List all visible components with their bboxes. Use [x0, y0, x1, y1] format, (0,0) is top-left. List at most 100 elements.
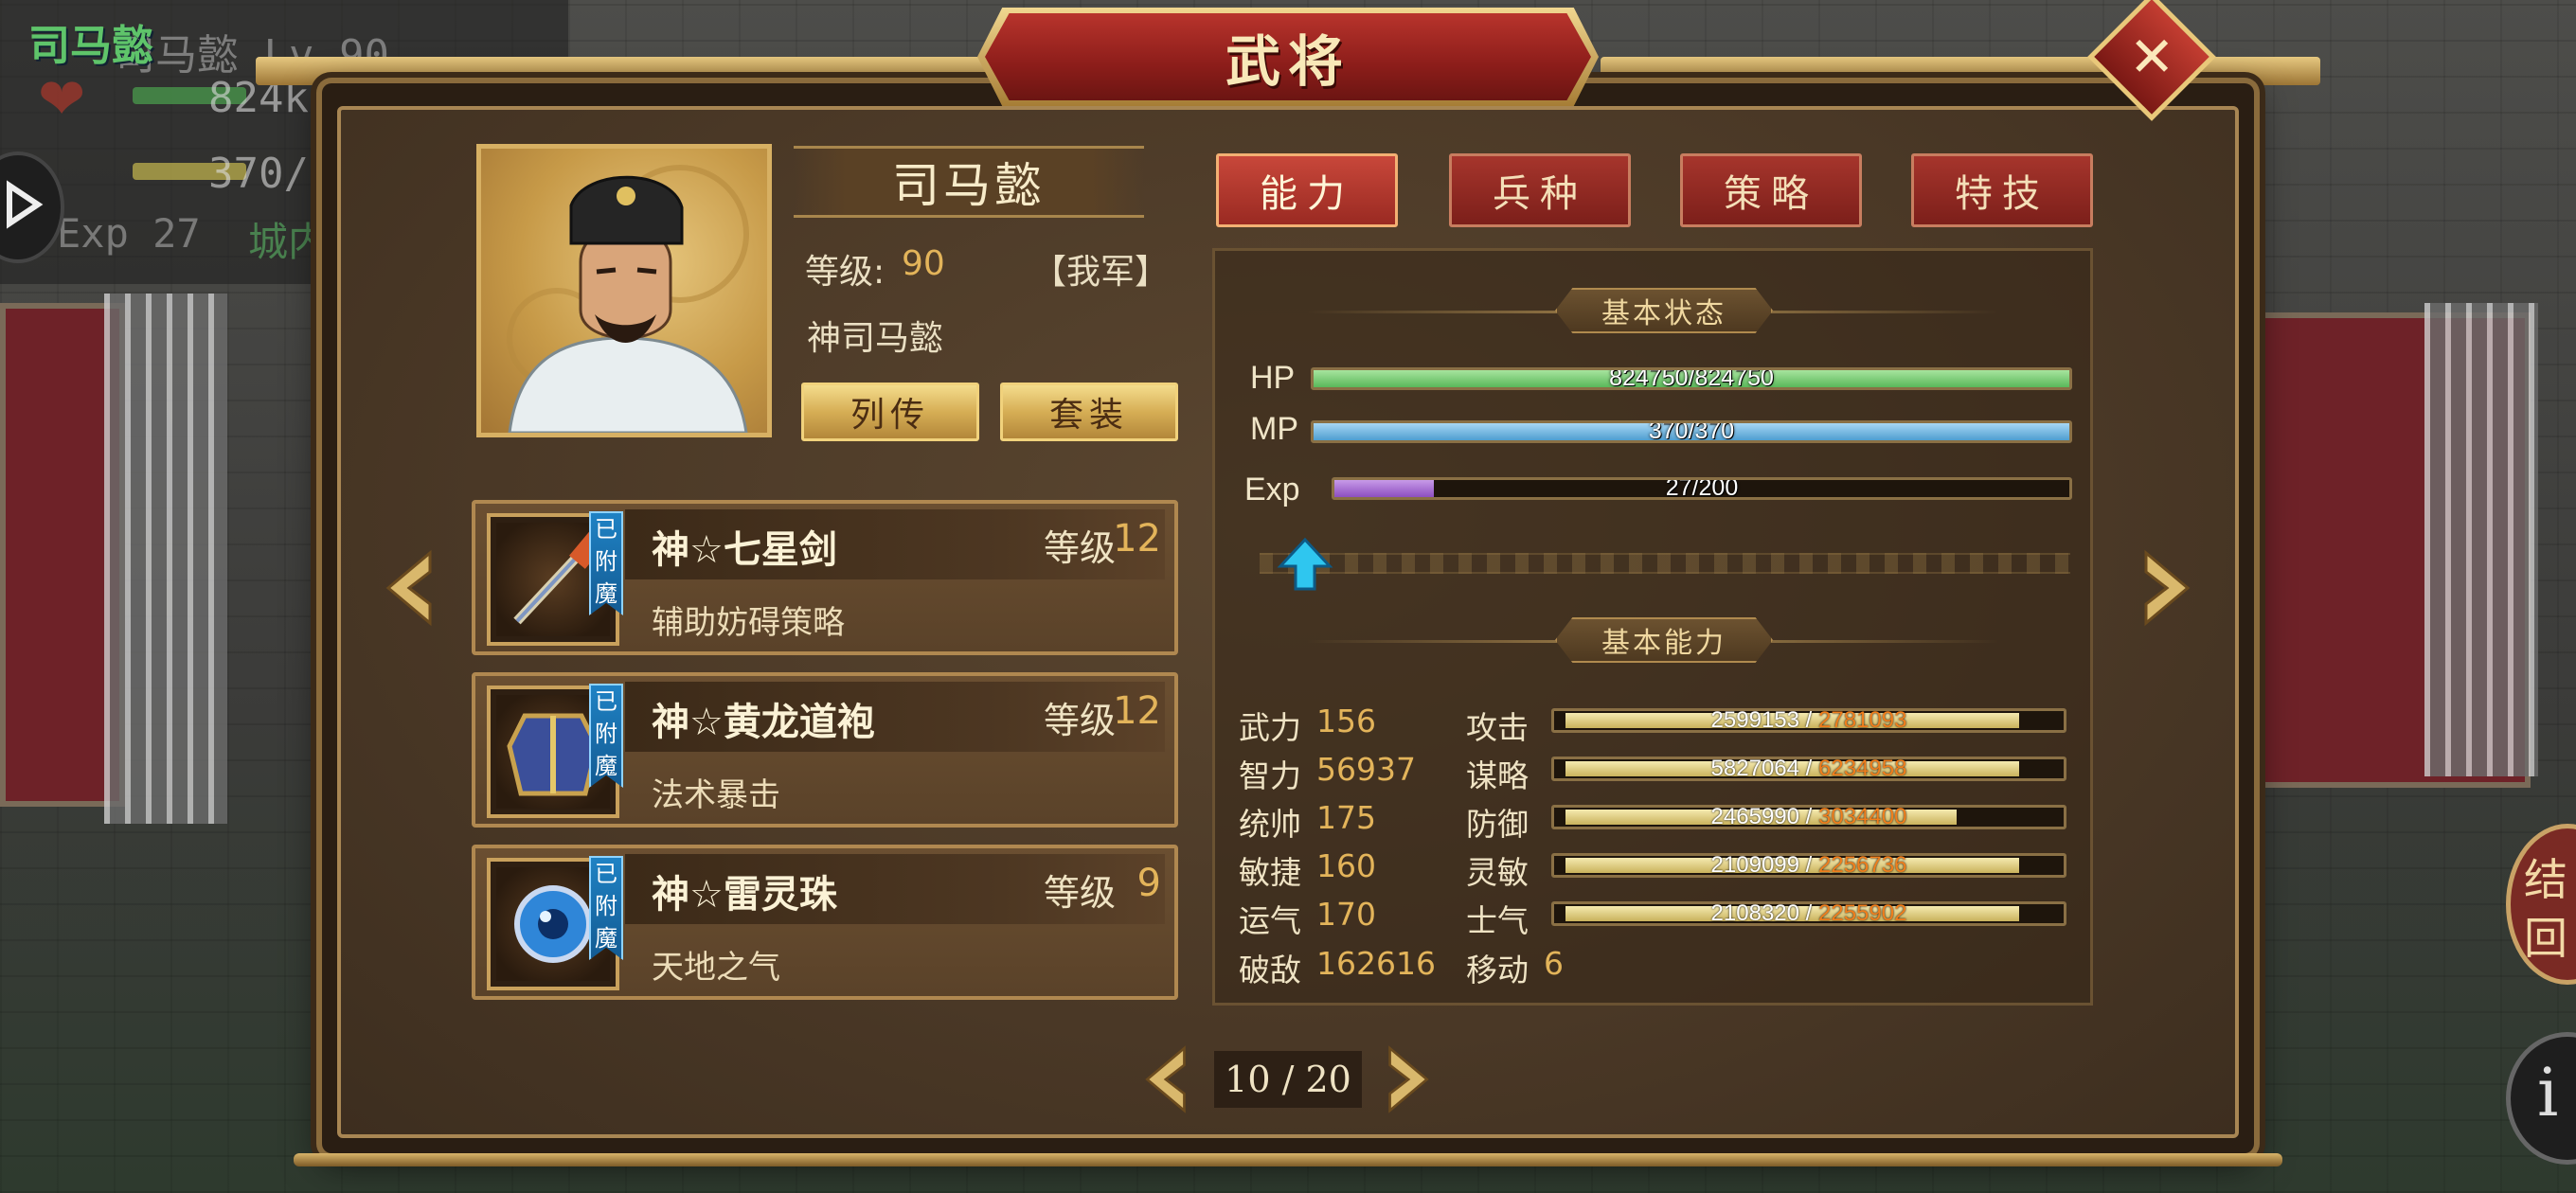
- next-general-arrow-icon[interactable]: [2135, 545, 2201, 631]
- attr-label-break-enemy: 破敌: [1239, 952, 1301, 988]
- equipment-name: 神☆七星剑: [652, 528, 837, 572]
- heart-icon: ❤: [38, 66, 86, 133]
- morale-bar-text: 2108320 / 2255902: [1554, 901, 2064, 926]
- background-window-right: [2424, 303, 2538, 776]
- level-up-arrow-icon: [1277, 537, 1333, 591]
- defense-bar-text: 2465990 / 3034400: [1554, 805, 2064, 829]
- exp-label: Exp: [1244, 472, 1300, 507]
- equipment-effect: 辅助妨碍策略: [652, 604, 845, 642]
- tab-ability[interactable]: 能力: [1216, 153, 1398, 227]
- mp-label: MP: [1250, 411, 1298, 447]
- equipment-slot-1[interactable]: 已附魔 神☆七星剑 等级 12 辅助妨碍策略: [472, 500, 1178, 655]
- attr-label-attack: 攻击: [1466, 709, 1529, 746]
- morale-max: 2255902: [1818, 901, 1907, 926]
- attr-label-tactics: 谋略: [1466, 757, 1529, 794]
- equipment-level-label: 等级: [1043, 700, 1116, 741]
- page-prev-arrow-icon[interactable]: [1135, 1042, 1195, 1117]
- page-next-arrow-icon[interactable]: [1379, 1042, 1440, 1117]
- equipment-level: 12: [1113, 689, 1161, 733]
- tactics-separator: /: [1798, 757, 1818, 781]
- general-name-plate: 司马懿: [794, 146, 1144, 218]
- equipment-name: 神☆雷灵珠: [652, 873, 837, 917]
- play-icon: [7, 180, 44, 229]
- portrait-image: [507, 165, 749, 433]
- exp-bar: 27/200: [1332, 477, 2072, 500]
- attack-current: 2599153: [1710, 708, 1799, 733]
- basic-status-title: 基本状态: [1555, 288, 1773, 333]
- hud-city-text: 城内: [248, 219, 329, 265]
- basic-ability-title: 基本能力: [1555, 617, 1773, 663]
- tactics-current: 5827064: [1710, 757, 1799, 781]
- attr-label-luck: 运气: [1239, 902, 1301, 939]
- equipment-level: 9: [1136, 862, 1161, 905]
- hp-bar: 824750/824750: [1311, 367, 2072, 390]
- nimble-bar-text: 2109099 / 2256736: [1554, 853, 2064, 878]
- biography-button[interactable]: 列传: [801, 383, 979, 441]
- attr-label-leadership: 统帅: [1239, 806, 1301, 843]
- equipment-effect: 天地之气: [652, 949, 780, 987]
- hud-exp-text: Exp 27: [57, 210, 201, 257]
- mp-bar: 370/370: [1311, 420, 2072, 443]
- hud-name-text: 司马懿: [28, 22, 153, 70]
- attr-label-strength: 武力: [1239, 709, 1301, 746]
- general-title: 神司马懿: [807, 319, 944, 358]
- defense-bar: 2465990 / 3034400: [1551, 805, 2066, 829]
- mp-text: 370/370: [1648, 420, 1735, 443]
- right-edge-char-1: 结: [2524, 854, 2567, 905]
- general-name: 司马懿: [892, 158, 1046, 213]
- attack-bar: 2599153 / 2781093: [1551, 708, 2066, 733]
- morale-separator: /: [1798, 901, 1818, 926]
- hud-mp-text: 370/: [208, 150, 309, 198]
- equipment-slot-2[interactable]: 已附魔 神☆黄龙道袍 等级 12 法术暴击: [472, 672, 1178, 828]
- defense-max: 3034400: [1818, 805, 1907, 829]
- general-level: 90: [902, 244, 945, 283]
- attr-label-nimble: 灵敏: [1466, 854, 1529, 891]
- attr-value-strength: 156: [1316, 703, 1376, 739]
- equipment-set-button[interactable]: 套装: [1000, 383, 1178, 441]
- tactics-bar-text: 5827064 / 6234958: [1554, 757, 2064, 781]
- attack-bar-text: 2599153 / 2781093: [1554, 708, 2064, 733]
- attr-value-intelligence: 56937: [1316, 751, 1416, 788]
- hp-label: HP: [1250, 360, 1296, 396]
- title-banner: 武将: [985, 13, 1591, 100]
- attr-label-intelligence: 智力: [1239, 757, 1301, 794]
- morale-current: 2108320: [1710, 901, 1799, 926]
- faction-label: 【我军】: [1032, 253, 1170, 292]
- nimble-max: 2256736: [1818, 853, 1907, 878]
- morale-bar: 2108320 / 2255902: [1551, 901, 2066, 926]
- equipment-level-label: 等级: [1043, 872, 1116, 914]
- bottom-frame-deco: [294, 1153, 2282, 1166]
- attr-value-luck: 170: [1316, 896, 1376, 933]
- general-portrait: [476, 144, 772, 437]
- decorative-pattern-line: [1260, 553, 2070, 574]
- right-edge-char-2: 回: [2524, 913, 2567, 964]
- attr-value-break-enemy: 162616: [1316, 945, 1436, 982]
- nimble-current: 2109099: [1710, 853, 1799, 878]
- attr-label-move: 移动: [1466, 952, 1529, 988]
- close-icon: ✕: [2128, 24, 2175, 89]
- background-window-left: [104, 294, 227, 824]
- attr-label-agility: 敏捷: [1239, 854, 1301, 891]
- hp-text: 824750/824750: [1609, 367, 1774, 390]
- enchanted-badge: 已附魔: [589, 856, 623, 960]
- tab-special-skill[interactable]: 特技: [1911, 153, 2093, 227]
- tab-strategy[interactable]: 策略: [1680, 153, 1862, 227]
- tab-troop-type[interactable]: 兵种: [1449, 153, 1631, 227]
- tactics-bar: 5827064 / 6234958: [1551, 757, 2066, 781]
- equipment-name: 神☆黄龙道袍: [652, 701, 875, 744]
- page-indicator: 10 / 20: [1214, 1051, 1362, 1108]
- attr-label-morale: 士气: [1466, 902, 1529, 939]
- equipment-level-label: 等级: [1043, 527, 1116, 569]
- equipment-level: 12: [1113, 517, 1161, 561]
- attack-max: 2781093: [1818, 708, 1907, 733]
- level-label: 等级:: [805, 253, 886, 292]
- equipment-slot-3[interactable]: 已附魔 神☆雷灵珠 等级 9 天地之气: [472, 845, 1178, 1000]
- attr-value-agility: 160: [1316, 847, 1376, 884]
- previous-general-arrow-icon[interactable]: [375, 545, 441, 631]
- attack-separator: /: [1798, 708, 1818, 733]
- attr-value-move: 6: [1544, 945, 1564, 982]
- equipment-effect: 法术暴击: [652, 776, 780, 814]
- attr-label-defense: 防御: [1466, 806, 1529, 843]
- tactics-max: 6234958: [1818, 757, 1907, 781]
- nimble-bar: 2109099 / 2256736: [1551, 853, 2066, 878]
